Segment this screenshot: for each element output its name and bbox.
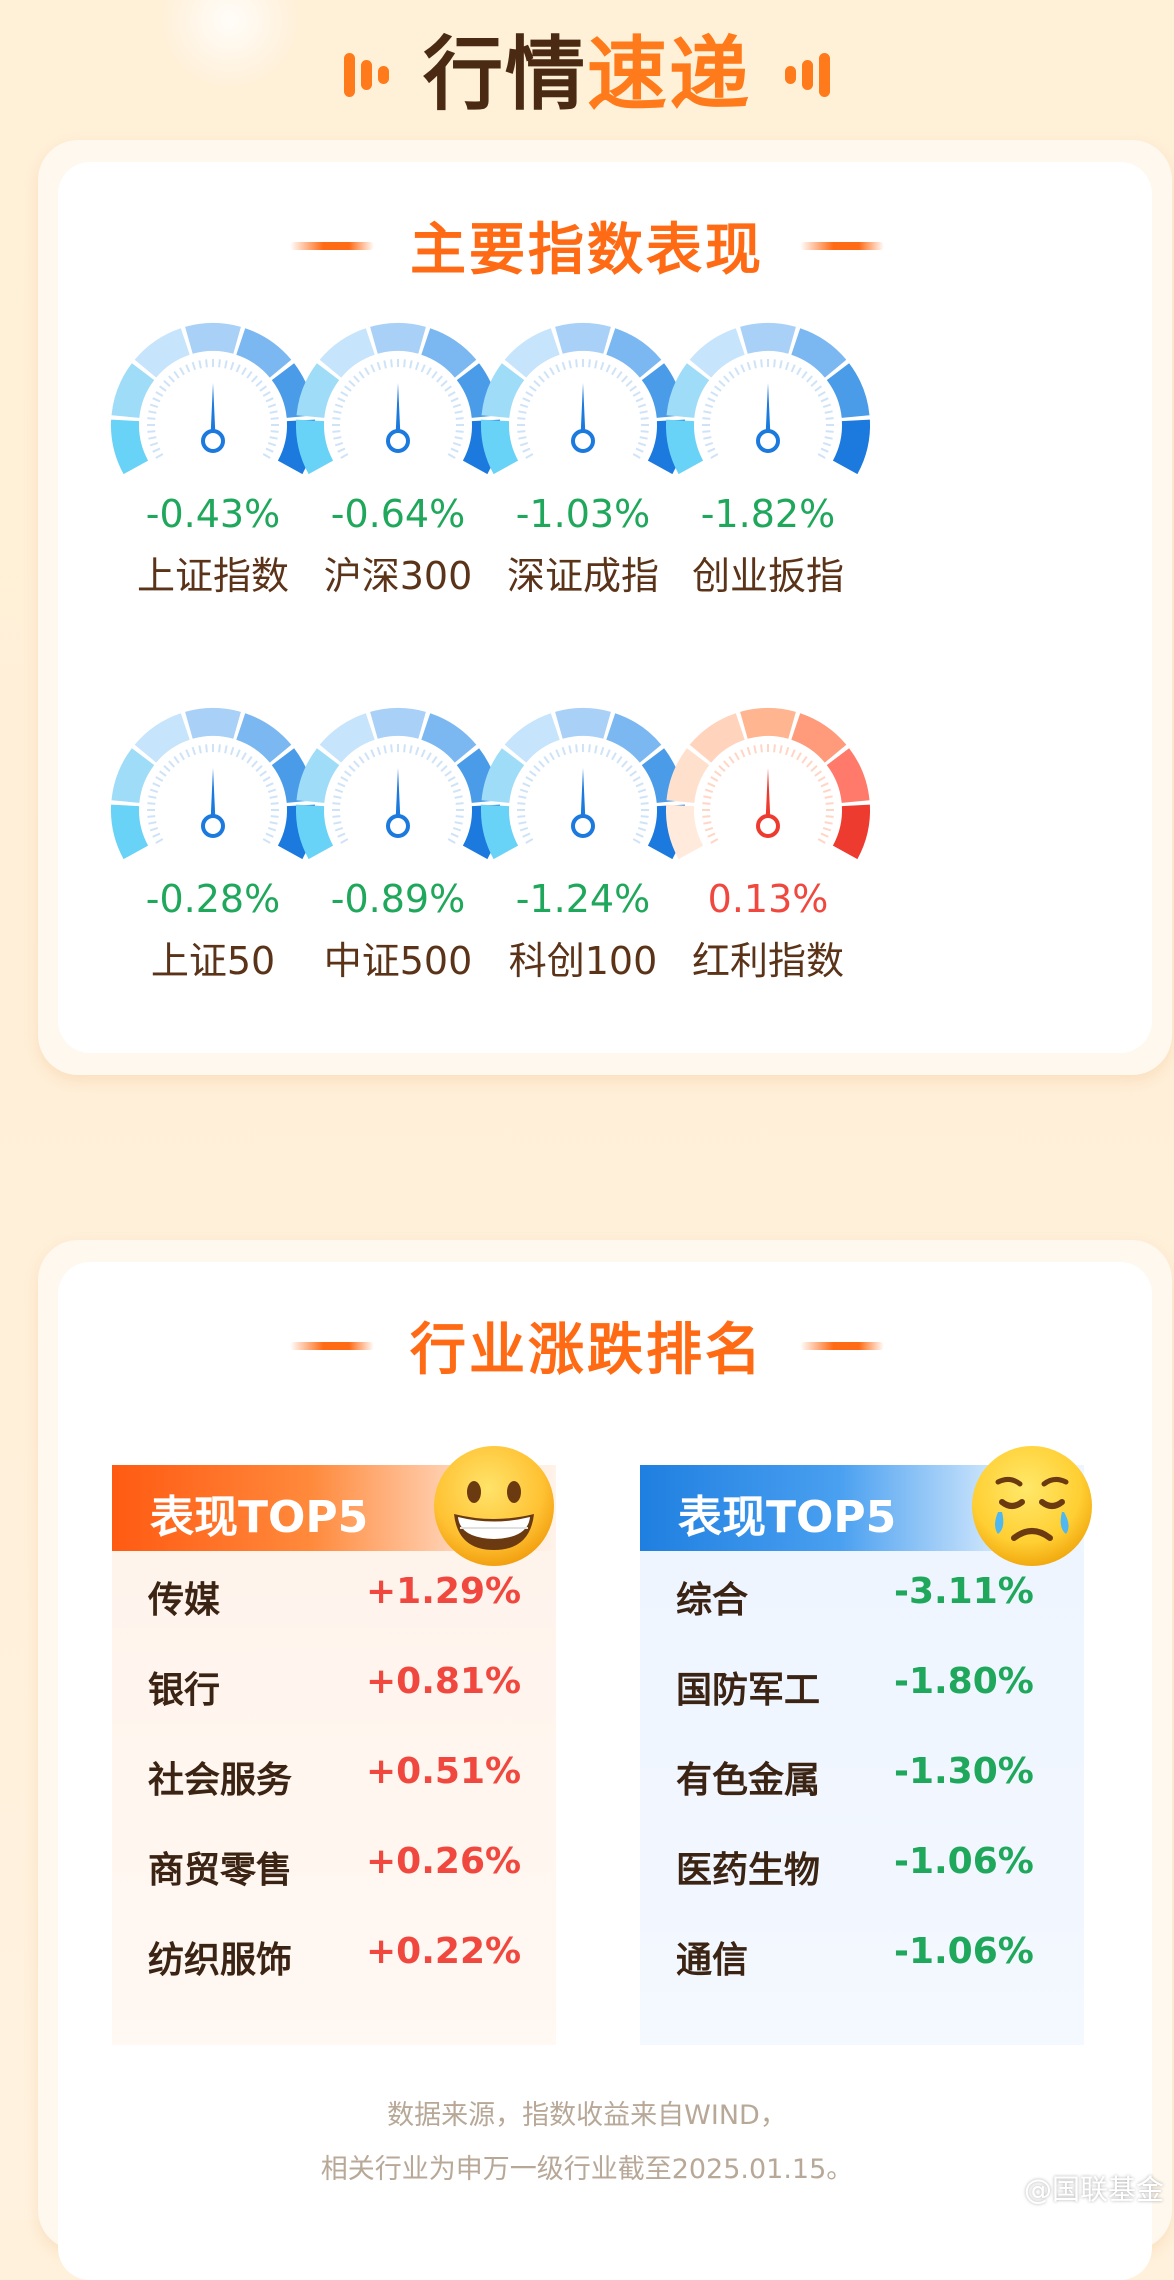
indices-section-title: 主要指数表现 [0,205,1174,286]
industry-name: 银行 [148,1670,221,1711]
index-gauge: -1.82% 创业扳指 [658,315,878,598]
industry-change: +1.29% [366,1571,522,1612]
page-header: 行情速递 [0,20,1174,130]
ranking-row: 纺织服饰 +0.22% [148,1921,536,1981]
industry-name: 纺织服饰 [148,1940,293,1981]
industry-change: -1.80% [894,1661,1034,1702]
industry-name: 医药生物 [676,1850,821,1891]
industry-name: 有色金属 [676,1760,821,1801]
index-name: 创业扳指 [691,554,844,598]
weibo-icon [982,2171,1016,2206]
index-gauge: 0.13% 红利指数 [658,700,878,983]
industry-change: +0.81% [366,1661,522,1702]
grinning-face-icon [430,1442,558,1574]
ranking-row: 医药生物 -1.06% [676,1831,1064,1891]
industry-name: 传媒 [148,1580,221,1621]
industry-change: -1.06% [894,1841,1034,1882]
ranking-row: 通信 -1.06% [676,1921,1064,1981]
industry-name: 国防军工 [676,1670,821,1711]
industry-section-title: 行业涨跌排名 [0,1305,1174,1386]
gauge-dial-icon [665,708,871,860]
ranking-row: 银行 +0.81% [148,1651,536,1711]
ranking-row: 国防军工 -1.80% [676,1651,1064,1711]
industry-name: 综合 [676,1580,749,1621]
ranking-row: 有色金属 -1.30% [676,1741,1064,1801]
header-deco-left [344,53,389,97]
industry-change: -3.11% [894,1571,1034,1612]
ranking-row: 社会服务 +0.51% [148,1741,536,1801]
index-name: 红利指数 [691,939,844,983]
industry-name: 通信 [676,1940,749,1981]
industry-change: +0.22% [366,1931,522,1972]
industry-change: -1.06% [894,1931,1034,1972]
industry-change: +0.51% [366,1751,522,1792]
index-change: -1.82% [700,492,836,536]
industry-name: 商贸零售 [148,1850,293,1891]
sad-tear-face-icon [968,1442,1096,1574]
header-deco-right [785,53,830,97]
bottom-panel-body: 综合 -3.11% 国防军工 -1.80% 有色金属 -1.30% 医药生物 -1.0… [640,1551,1084,2045]
index-change: 0.13% [707,877,829,921]
ranking-row: 商贸零售 +0.26% [148,1831,536,1891]
industry-name: 社会服务 [148,1760,293,1801]
watermark: @国联基金 [982,2168,1164,2208]
industry-change: -1.30% [894,1751,1034,1792]
top-panel-body: 传媒 +1.29% 银行 +0.81% 社会服务 +0.51% 商贸零售 +0.26%… [112,1551,556,2045]
page-title: 行情速递 [423,28,751,121]
industry-change: +0.26% [366,1841,522,1882]
footer-source-line1: 数据来源，指数收益来自WIND， [387,2100,787,2131]
gauge-dial-icon [665,323,871,475]
